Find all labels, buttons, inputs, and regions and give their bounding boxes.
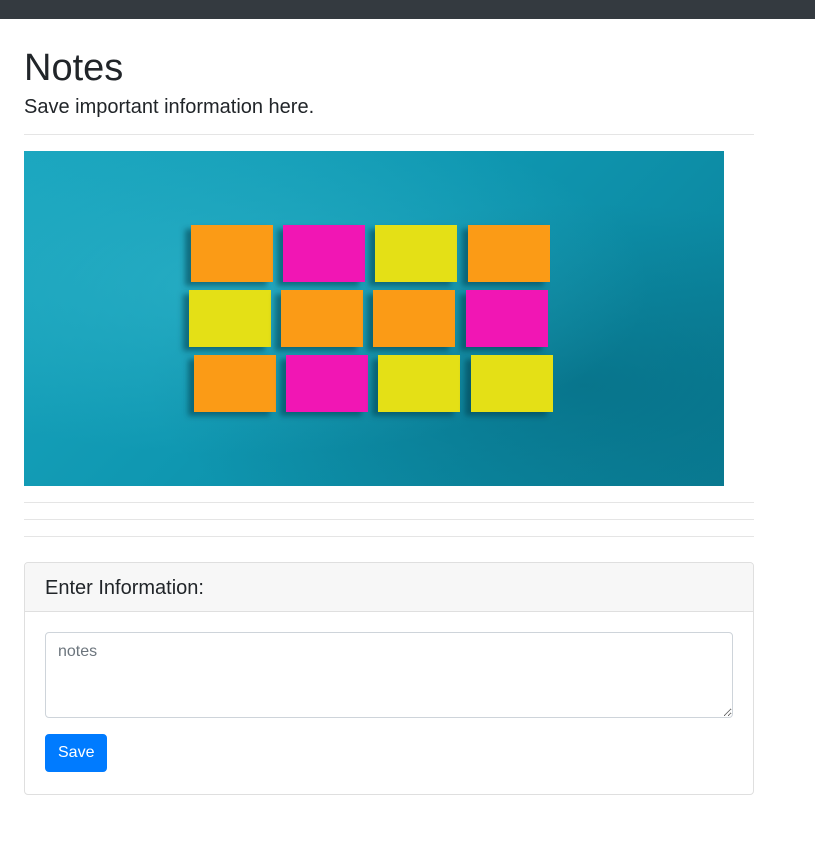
divider	[24, 502, 754, 503]
sticky-note-yellow	[471, 355, 553, 412]
top-navbar	[0, 0, 815, 19]
sticky-note-orange	[194, 355, 276, 412]
save-button[interactable]: Save	[45, 734, 108, 772]
page-subtitle: Save important information here.	[24, 96, 315, 118]
divider	[24, 519, 754, 520]
sticky-notes-image	[24, 151, 724, 486]
sticky-note-magenta	[286, 355, 368, 412]
page-title: Notes	[24, 47, 124, 89]
sticky-note-magenta	[283, 225, 365, 282]
sticky-note-yellow	[375, 225, 457, 282]
sticky-note-yellow	[189, 290, 271, 347]
divider	[24, 536, 754, 537]
notes-textarea[interactable]	[45, 632, 733, 718]
card-header: Enter Information:	[25, 563, 753, 612]
enter-information-card: Enter Information: Save	[24, 562, 754, 795]
sticky-note-orange	[468, 225, 550, 282]
sticky-note-magenta	[466, 290, 548, 347]
sticky-note-orange	[281, 290, 363, 347]
card-body: Save	[25, 612, 753, 794]
main-container: Notes Save important information here. E…	[24, 19, 754, 795]
sticky-notes-illustration	[189, 225, 553, 412]
divider	[24, 134, 754, 135]
sticky-note-yellow	[378, 355, 460, 412]
sticky-note-orange	[373, 290, 455, 347]
sticky-note-orange	[191, 225, 273, 282]
